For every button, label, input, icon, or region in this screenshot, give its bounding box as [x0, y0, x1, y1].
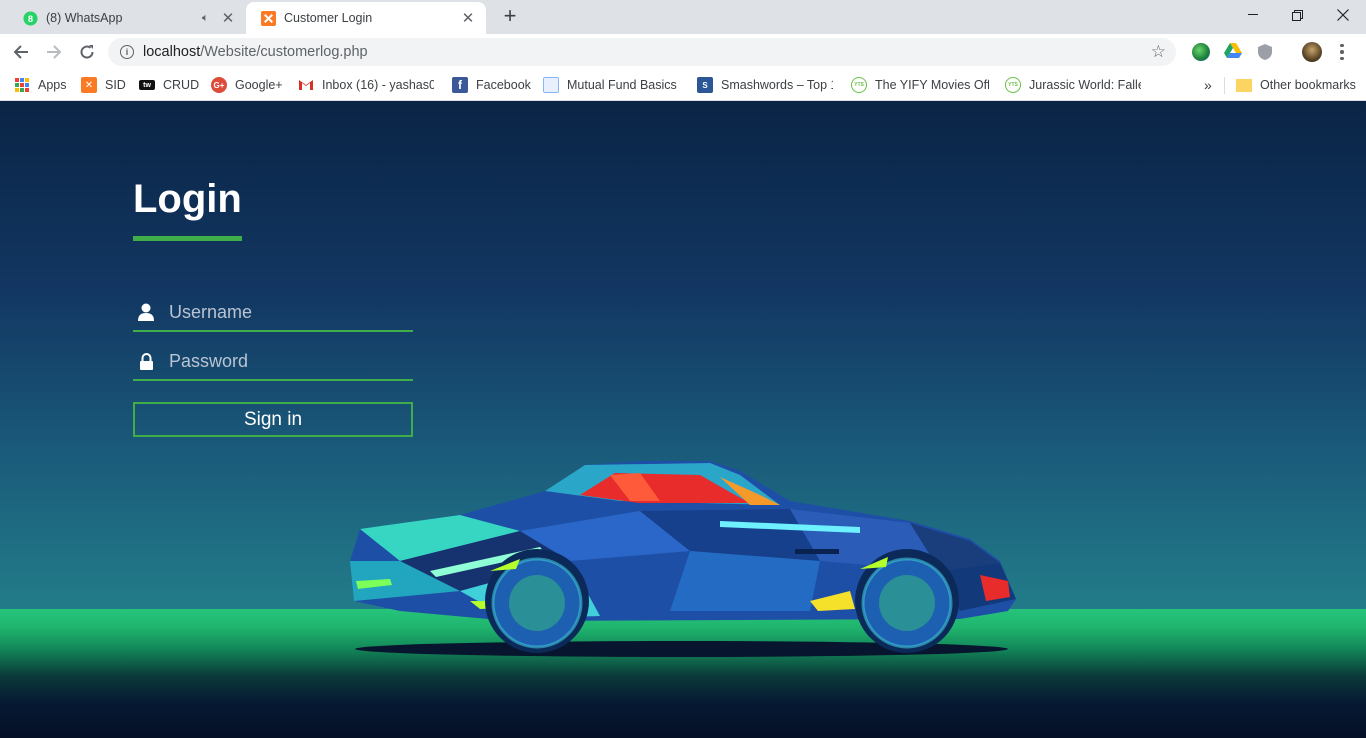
forward-icon[interactable]: [42, 40, 66, 64]
user-icon: [133, 301, 159, 323]
password-field: [133, 343, 413, 381]
bookmark-apps[interactable]: Apps: [14, 76, 74, 94]
url-host: localhost: [143, 44, 201, 60]
bookmark-label: Jurassic World: Fallen: [1029, 78, 1141, 92]
document-icon: [543, 77, 559, 93]
yts-icon: YTS: [1005, 77, 1021, 93]
back-icon[interactable]: [9, 40, 33, 64]
url-path: /Website/customerlog.php: [200, 44, 368, 60]
bookmarks-divider: [1224, 77, 1225, 94]
facebook-icon: f: [452, 77, 468, 93]
close-tab-icon[interactable]: ✕: [220, 10, 236, 27]
xampp-icon: ✕: [81, 77, 97, 93]
bookmark-inbox[interactable]: Inbox (16) - yashas03: [298, 76, 434, 94]
bookmark-label: Inbox (16) - yashas03: [322, 78, 434, 92]
bookmark-label: SID: [105, 78, 126, 92]
password-input[interactable]: [169, 350, 413, 372]
tab-title: Customer Login: [284, 11, 373, 25]
shield-extension-icon[interactable]: [1257, 43, 1275, 61]
gmail-icon: [298, 77, 314, 93]
tab-customer-login[interactable]: Customer Login ✕: [246, 2, 486, 34]
login-page: Login Sign in: [0, 101, 1366, 738]
close-tab-icon[interactable]: ✕: [460, 10, 476, 27]
whatsapp-badge: 8: [27, 13, 32, 23]
username-field: [133, 294, 413, 332]
speaker-icon[interactable]: 🔈︎: [202, 12, 220, 25]
bookmark-crud[interactable]: tw CRUD: [139, 76, 203, 94]
page-title: Login: [133, 177, 242, 221]
browser-toolbar: i localhost/Website/customerlog.php ☆: [0, 34, 1366, 70]
smashwords-icon: S: [697, 77, 713, 93]
folder-icon: [1236, 78, 1252, 92]
bookmark-google-plus[interactable]: G+ Google+: [211, 76, 291, 94]
google-drive-icon[interactable]: [1224, 43, 1242, 61]
extension-globe-icon[interactable]: [1192, 43, 1210, 61]
whatsapp-icon: 8: [22, 10, 38, 26]
bookmark-label: CRUD: [163, 78, 200, 92]
sign-in-button[interactable]: Sign in: [133, 402, 413, 437]
bookmark-label: Facebook: [476, 78, 531, 92]
other-bookmarks-folder[interactable]: Other bookmarks: [1236, 76, 1360, 94]
bookmarks-bar: Apps ✕ SID tw CRUD G+ Google+ Inbox (16)…: [0, 70, 1366, 101]
tab-whatsapp[interactable]: 8 (8) WhatsApp 🔈︎ ✕: [8, 2, 246, 34]
bookmarks-overflow-button[interactable]: »: [1204, 76, 1218, 94]
restore-icon[interactable]: [1274, 0, 1320, 30]
tab-strip: 8 (8) WhatsApp 🔈︎ ✕ Customer Login ✕ +: [0, 0, 1366, 34]
bookmark-jurassic-world[interactable]: YTS Jurassic World: Fallen: [1005, 76, 1141, 94]
apps-grid-icon: [14, 77, 30, 93]
close-window-icon[interactable]: [1320, 0, 1366, 30]
bookmark-label: Google+: [235, 78, 283, 92]
reload-icon[interactable]: [75, 40, 99, 64]
bookmark-sid[interactable]: ✕ SID: [81, 76, 131, 94]
xampp-icon: [260, 10, 276, 26]
car-illustration: [350, 461, 1016, 653]
bookmark-star-icon[interactable]: ☆: [1151, 42, 1166, 62]
yts-icon: YTS: [851, 77, 867, 93]
bookmark-label: The YIFY Movies Offic: [875, 78, 989, 92]
bookmark-facebook[interactable]: f Facebook: [452, 76, 532, 94]
username-input[interactable]: [169, 301, 413, 323]
bookmark-smashwords[interactable]: S Smashwords – Top 10: [697, 76, 833, 94]
bookmark-mutual-fund[interactable]: Mutual Fund Basics -: [543, 76, 679, 94]
tab-title: (8) WhatsApp: [46, 11, 123, 25]
bookmark-label: Apps: [38, 78, 67, 92]
crud-icon: tw: [139, 80, 155, 90]
site-info-icon[interactable]: i: [120, 45, 134, 59]
browser-menu-icon[interactable]: [1336, 41, 1348, 63]
lock-icon: [133, 350, 159, 372]
address-bar[interactable]: i localhost/Website/customerlog.php ☆: [108, 38, 1176, 66]
profile-avatar[interactable]: [1302, 42, 1322, 62]
bookmark-label: Other bookmarks: [1260, 78, 1356, 92]
minimize-icon[interactable]: [1230, 0, 1276, 30]
google-plus-icon: G+: [211, 77, 227, 93]
bookmark-yify[interactable]: YTS The YIFY Movies Offic: [851, 76, 989, 94]
title-underline: [133, 236, 242, 241]
bookmark-label: Smashwords – Top 10: [721, 78, 833, 92]
new-tab-button[interactable]: +: [498, 5, 522, 29]
bookmark-label: Mutual Fund Basics -: [567, 78, 679, 92]
